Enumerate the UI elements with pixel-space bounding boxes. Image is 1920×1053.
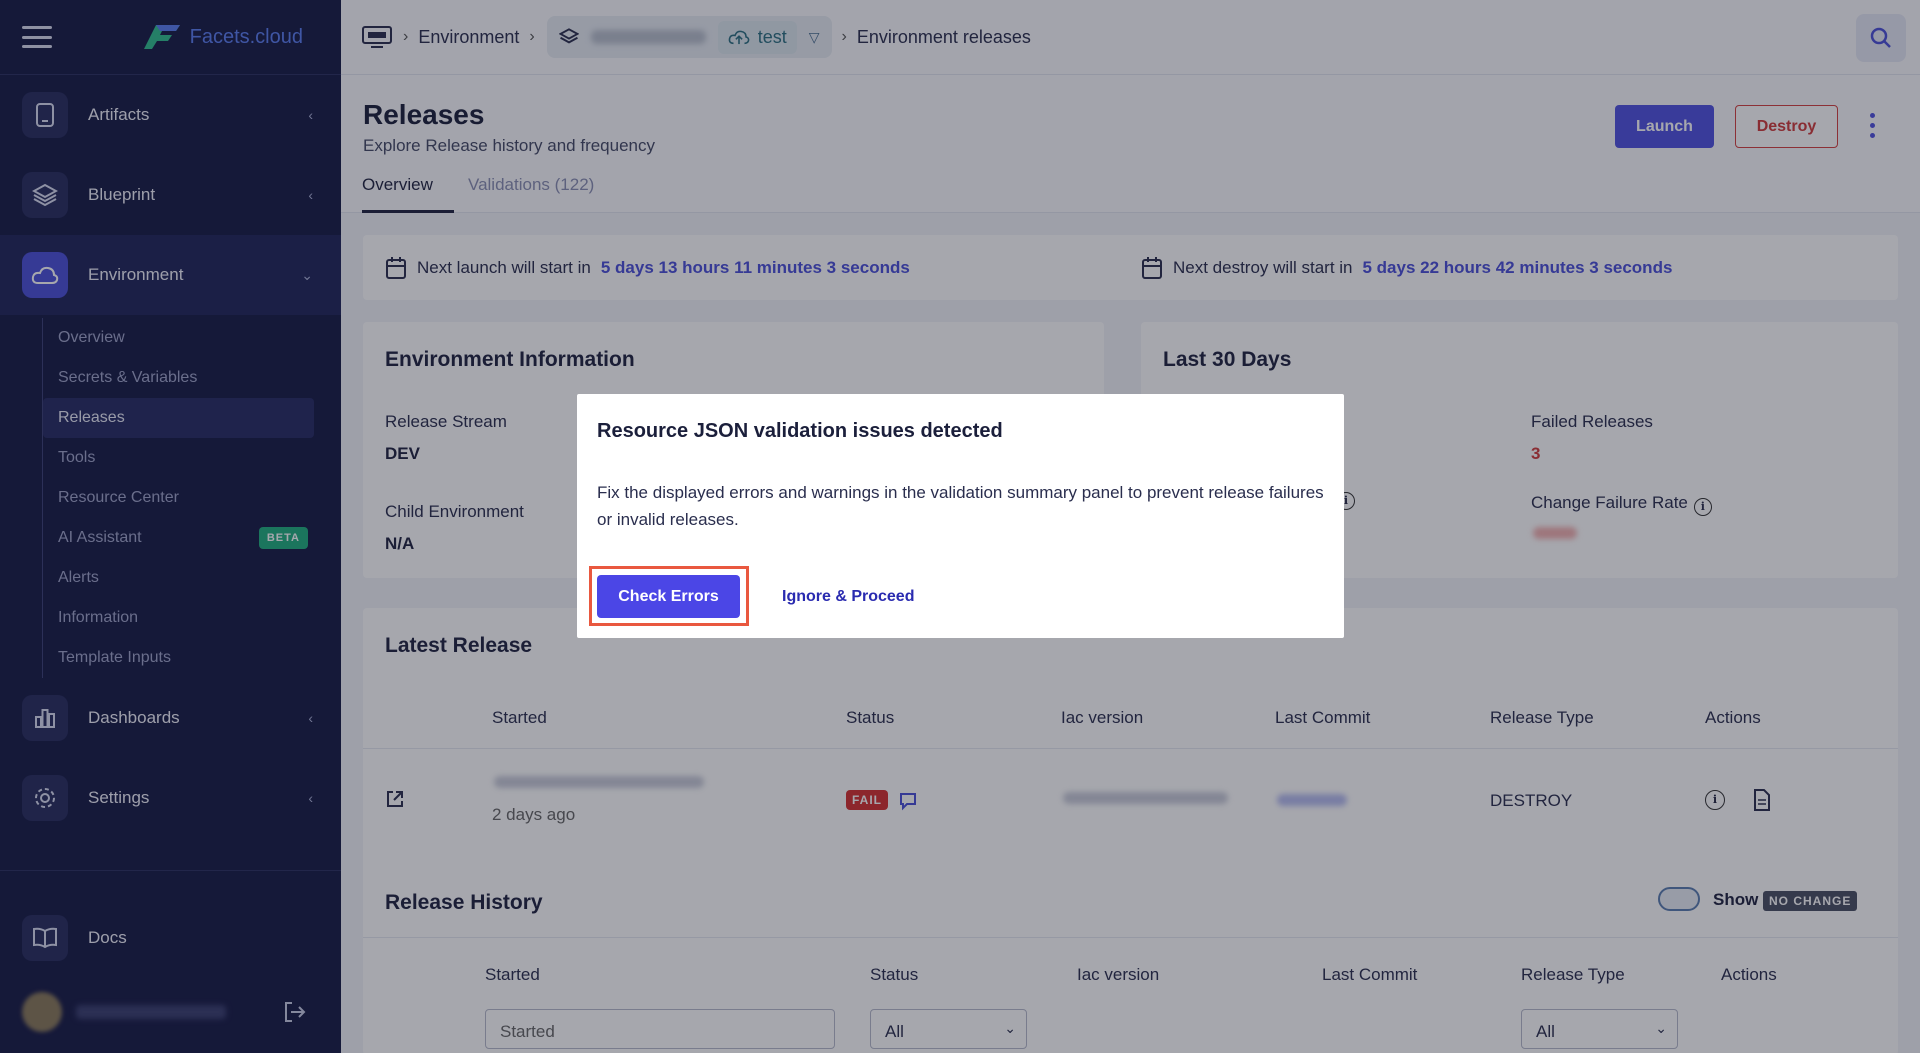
validation-modal: Resource JSON validation issues detected… (577, 394, 1344, 638)
modal-title: Resource JSON validation issues detected (597, 420, 1003, 442)
ignore-proceed-button[interactable]: Ignore & Proceed (782, 575, 914, 618)
modal-body: Fix the displayed errors and warnings in… (597, 483, 1324, 529)
check-errors-button[interactable]: Check Errors (597, 575, 740, 618)
